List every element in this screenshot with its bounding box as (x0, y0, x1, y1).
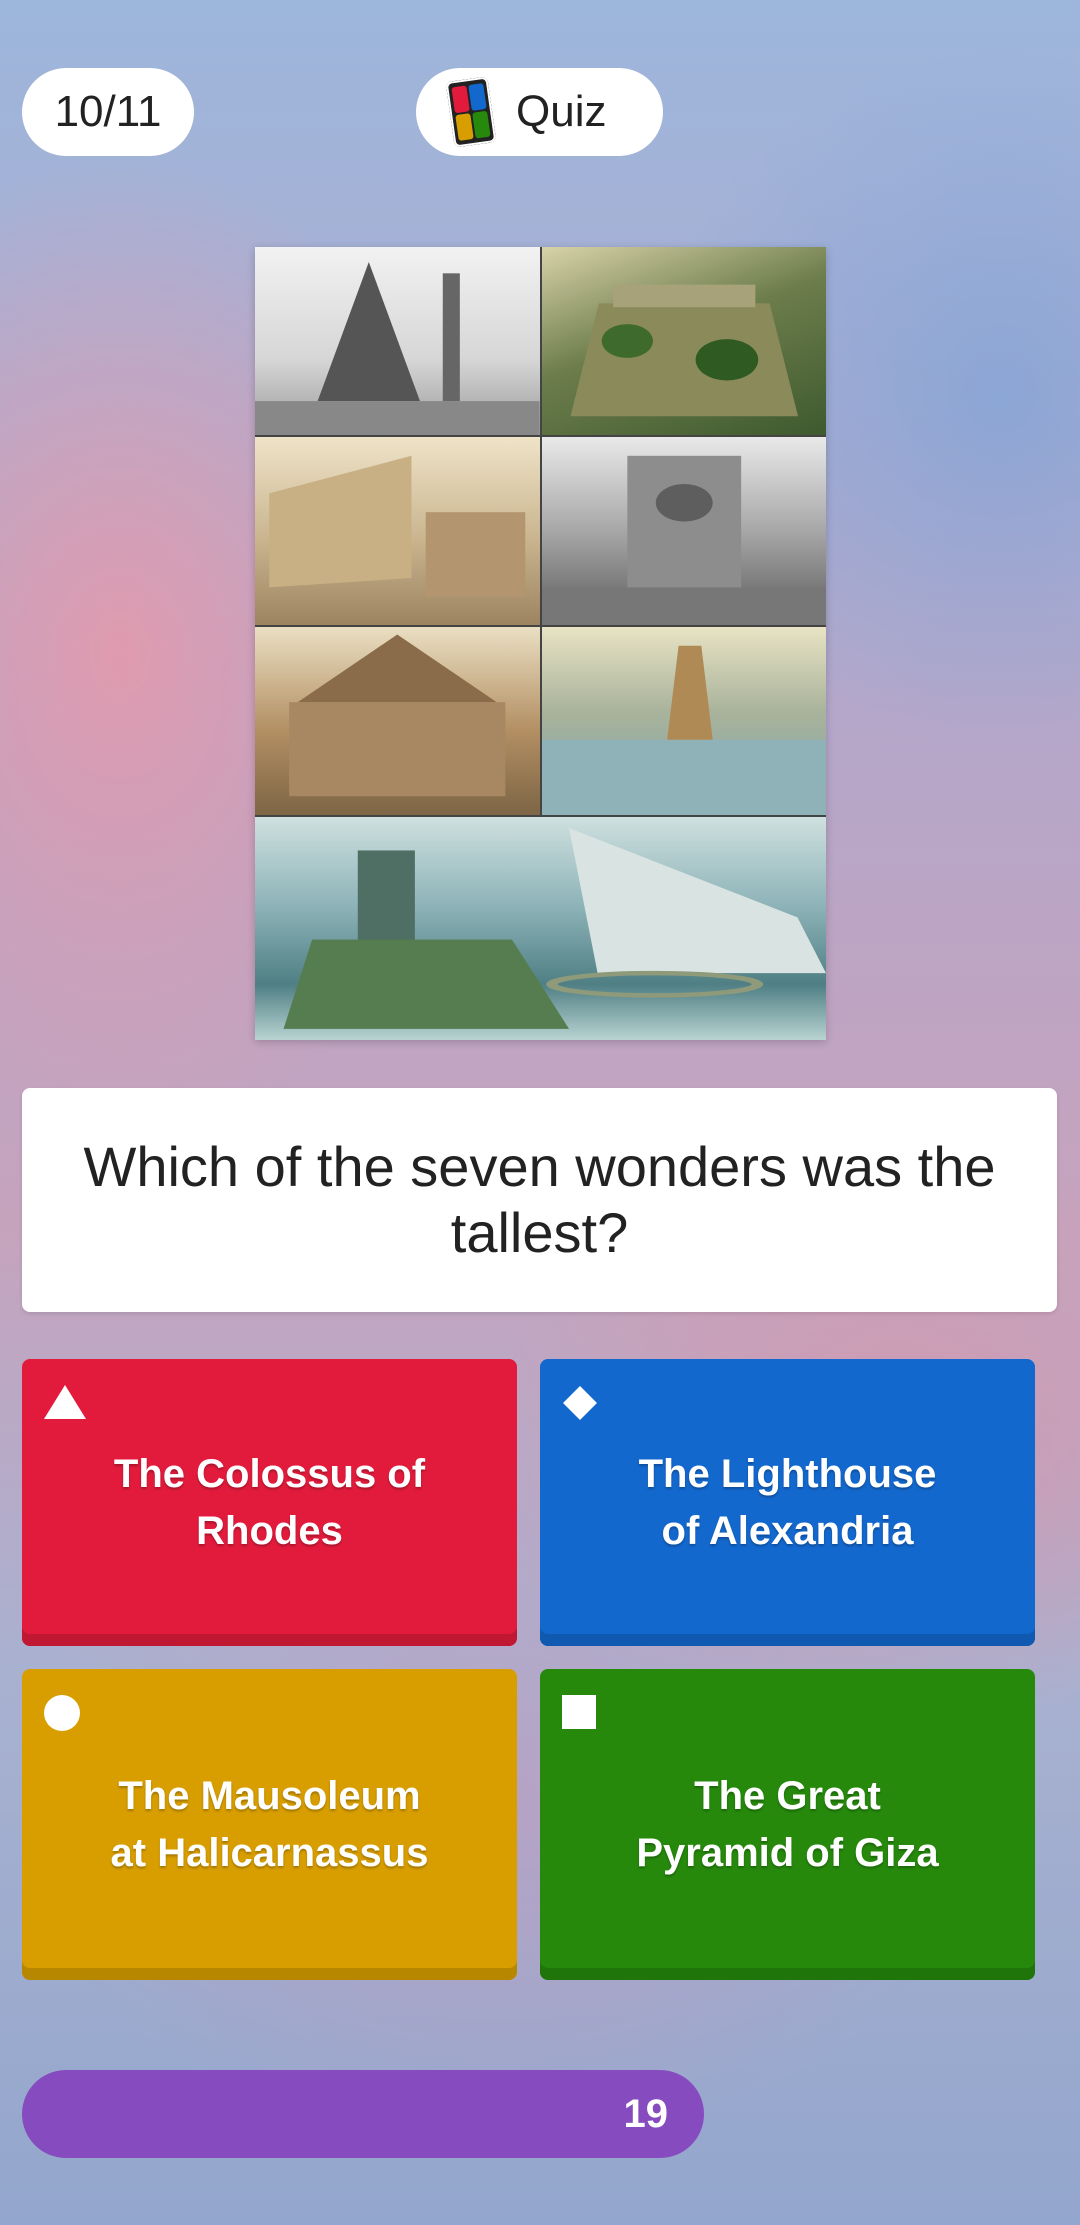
answer-label: The Great Pyramid of Giza (636, 1773, 939, 1875)
quiz-brand-label: Quiz (516, 87, 607, 136)
triangle-icon (44, 1385, 86, 1419)
image-mausoleum (255, 627, 540, 815)
timer-value: 19 (623, 2091, 669, 2136)
question-card: Which of the seven wonders was the talle… (22, 1088, 1057, 1312)
question-counter: 10/11 (22, 68, 194, 156)
question-text: Which of the seven wonders was the talle… (83, 1135, 996, 1264)
quiz-brand-badge: Quiz (416, 68, 663, 156)
question-image-collage (255, 247, 826, 1040)
answer-button-blue[interactable]: The Lighthouse of Alexandria (540, 1359, 1035, 1646)
image-hanging-gardens (541, 247, 826, 435)
answer-label: The Mausoleum at Halicarnassus (110, 1773, 429, 1875)
quiz-logo-icon (445, 76, 497, 148)
answer-label: The Lighthouse of Alexandria (638, 1451, 937, 1553)
circle-icon (44, 1695, 80, 1731)
diamond-icon (563, 1386, 597, 1420)
image-colossus (541, 627, 826, 815)
question-counter-text: 10/11 (54, 87, 162, 136)
square-icon (562, 1695, 596, 1729)
answer-button-yellow[interactable]: The Mausoleum at Halicarnassus (22, 1669, 517, 1980)
answer-label: The Colossus of Rhodes (113, 1451, 426, 1553)
answer-button-red[interactable]: The Colossus of Rhodes (22, 1359, 517, 1646)
image-pyramid (255, 247, 540, 435)
answer-button-green[interactable]: The Great Pyramid of Giza (540, 1669, 1035, 1980)
image-temple-of-artemis (255, 437, 540, 625)
timer-bar: 19 (22, 2070, 704, 2158)
image-lighthouse (255, 817, 826, 1040)
image-statue-of-zeus (541, 437, 826, 625)
